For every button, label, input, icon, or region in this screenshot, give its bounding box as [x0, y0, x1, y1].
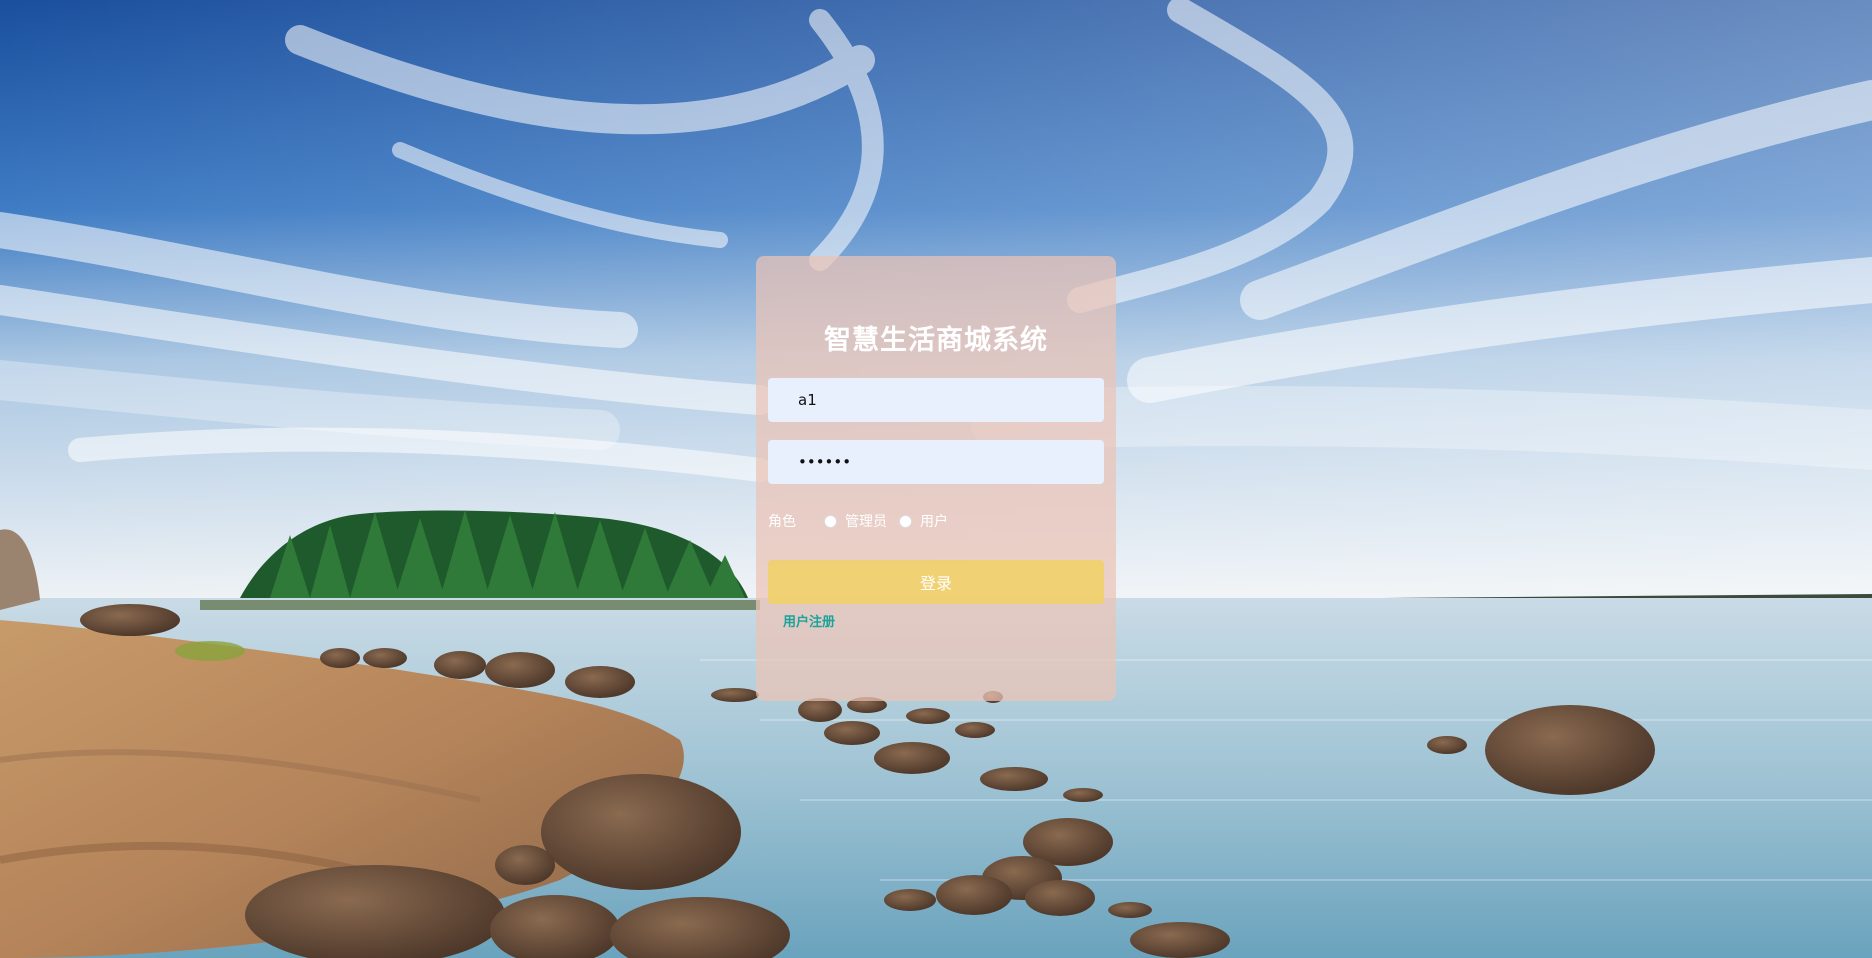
role-user-label[interactable]: 用户 [920, 511, 948, 531]
role-user-radio[interactable] [899, 514, 912, 528]
login-card: 智慧生活商城系统 •••••• 角色 管理员 用户 登录 用户注册 [756, 256, 1116, 701]
login-button[interactable]: 登录 [768, 560, 1104, 604]
password-field[interactable]: •••••• [768, 440, 1104, 484]
role-selector: 角色 管理员 用户 [768, 510, 960, 532]
username-input[interactable] [798, 391, 1104, 409]
register-link[interactable]: 用户注册 [783, 611, 835, 630]
username-field[interactable] [768, 378, 1104, 422]
role-admin-radio[interactable] [824, 514, 837, 528]
role-label: 角色 [768, 514, 796, 530]
password-input[interactable]: •••••• [798, 453, 851, 471]
role-admin-label[interactable]: 管理员 [845, 511, 887, 531]
login-title: 智慧生活商城系统 [824, 325, 1048, 356]
